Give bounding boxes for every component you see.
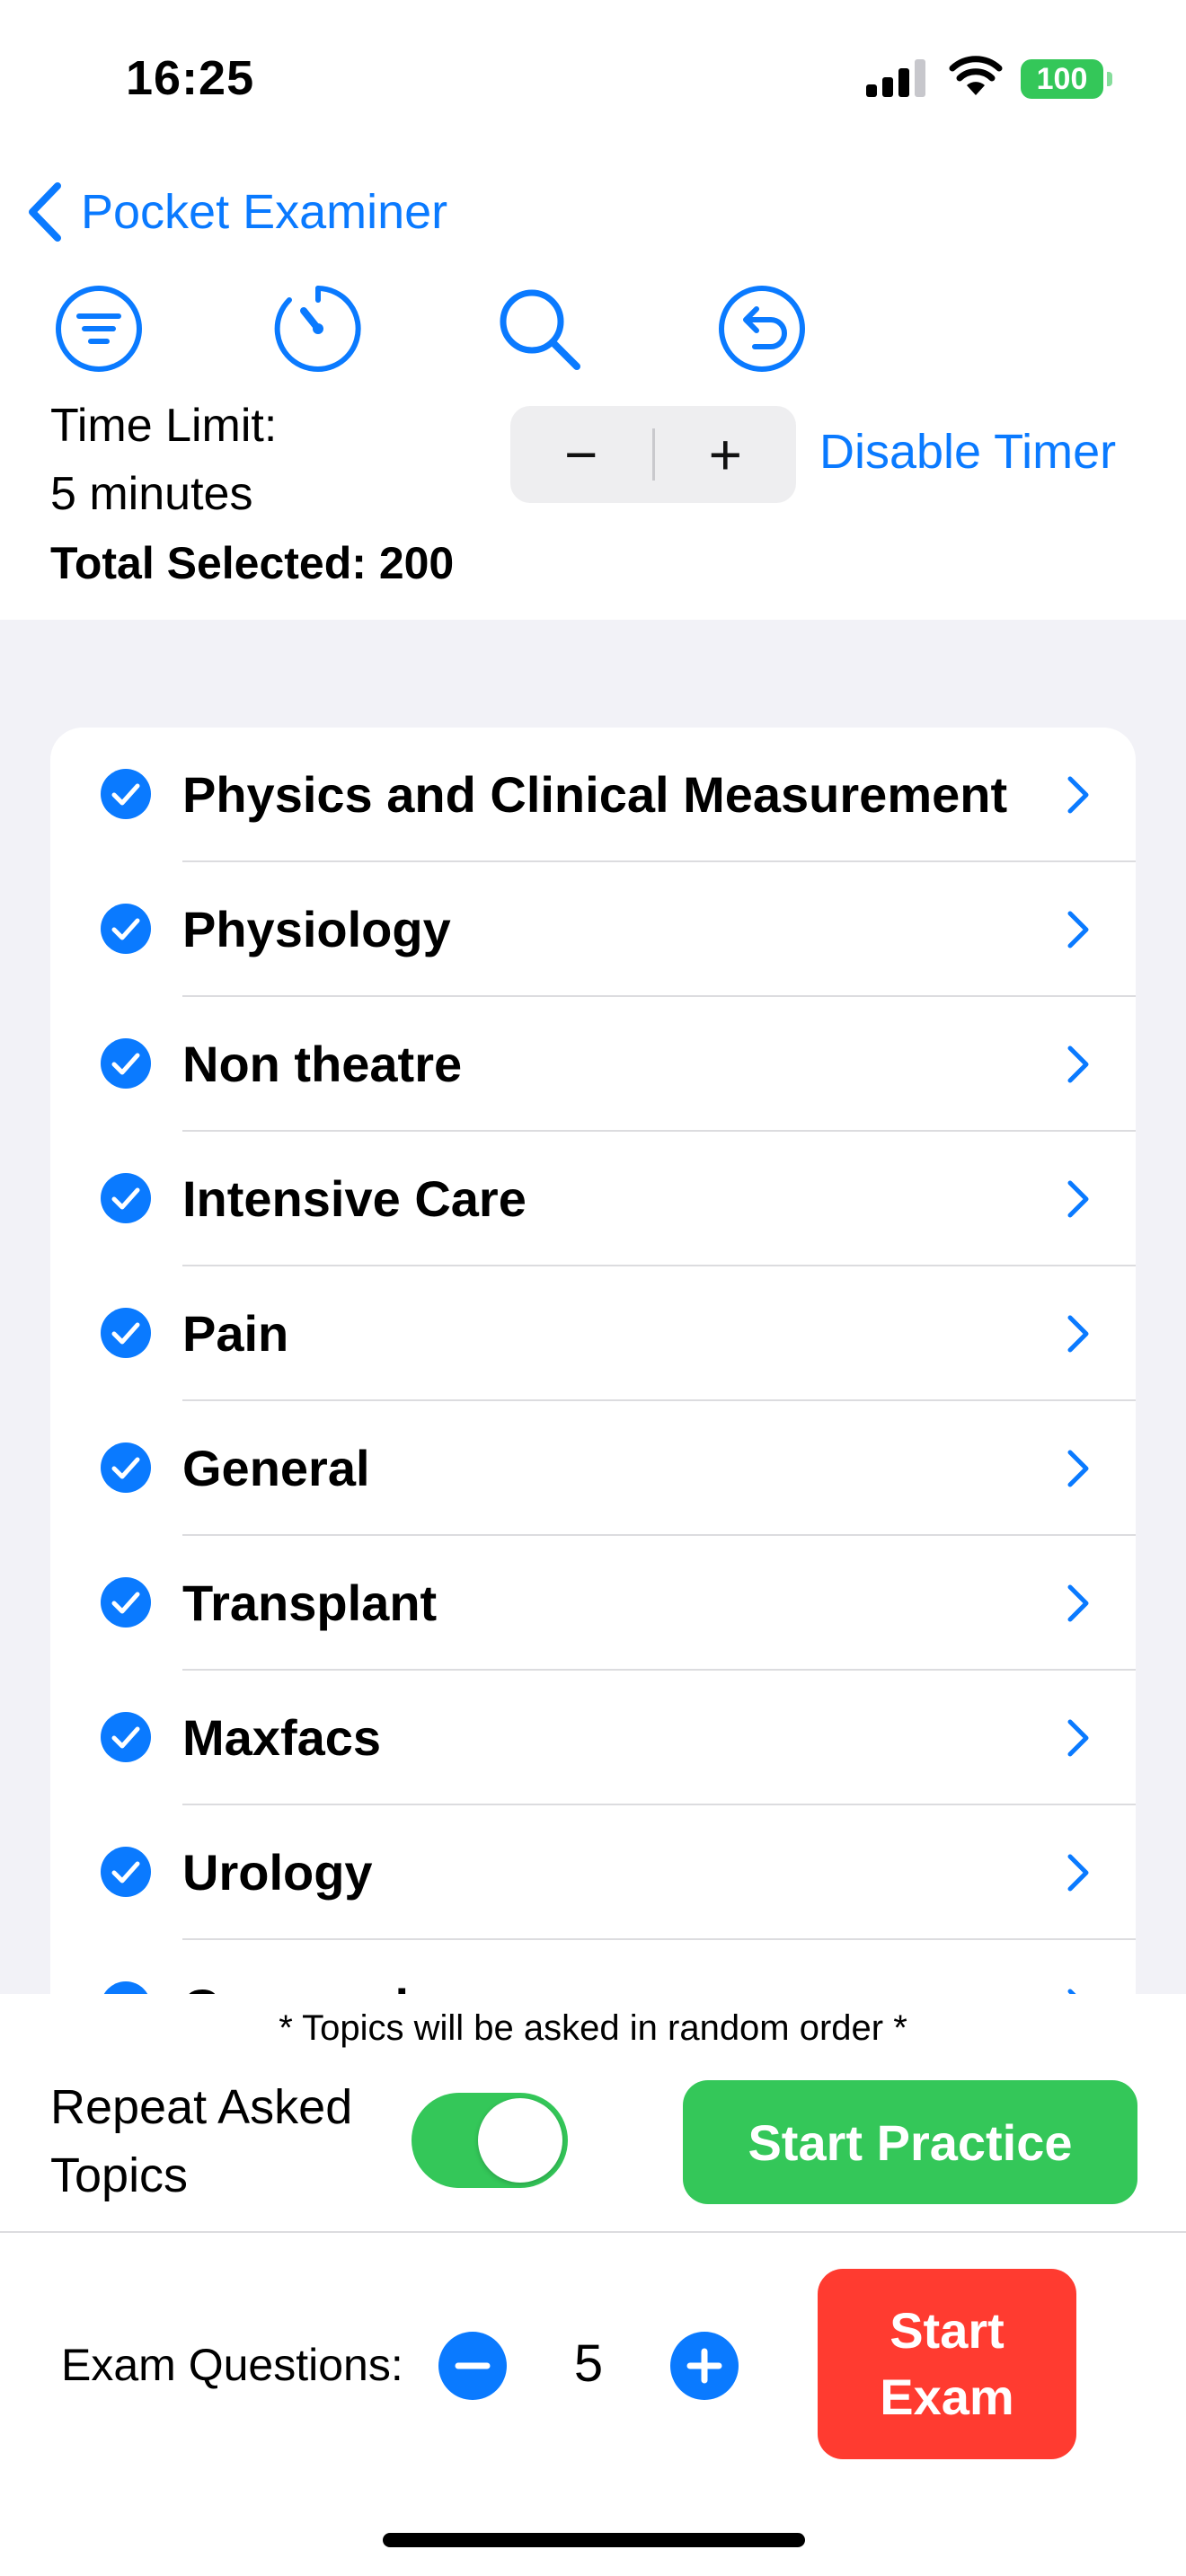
checkmark-circle-icon[interactable] xyxy=(101,1847,151,1897)
start-exam-button[interactable]: Start Exam xyxy=(818,2269,1076,2459)
status-bar: 16:25 100 xyxy=(0,0,1186,162)
topic-label: Gynaecology xyxy=(182,1978,499,1994)
time-limit-text: Time Limit: 5 minutes xyxy=(50,392,277,528)
battery-level: 100 xyxy=(1036,61,1088,96)
checkmark-circle-icon[interactable] xyxy=(101,1173,151,1223)
topic-label: Transplant xyxy=(182,1575,438,1631)
start-exam-line1: Start xyxy=(890,2302,1005,2359)
topic-label: Non theatre xyxy=(182,1036,463,1092)
checkmark-circle-icon[interactable] xyxy=(101,769,151,819)
checkmark-circle-icon[interactable] xyxy=(101,1038,151,1089)
topic-row[interactable]: Intensive Care xyxy=(50,1132,1136,1266)
disable-timer-button[interactable]: Disable Timer xyxy=(819,424,1116,480)
random-order-note: * Topics will be asked in random order * xyxy=(279,2008,907,2048)
topic-row[interactable]: Maxfacs xyxy=(50,1671,1136,1805)
chevron-right-icon[interactable] xyxy=(1066,1583,1091,1624)
search-icon[interactable] xyxy=(494,284,584,374)
chevron-right-icon[interactable] xyxy=(1066,1044,1091,1085)
repeat-topics-toggle[interactable] xyxy=(412,2093,568,2188)
checkmark-circle-icon[interactable] xyxy=(101,1442,151,1493)
topic-label: Physiology xyxy=(182,901,451,957)
checkmark-circle-icon[interactable] xyxy=(101,904,151,954)
toggle-knob xyxy=(478,2098,562,2183)
checkmark-circle-icon[interactable] xyxy=(101,1308,151,1358)
chevron-right-icon[interactable] xyxy=(1066,1448,1091,1489)
time-increment-button[interactable]: + xyxy=(655,406,797,503)
chevron-right-icon[interactable] xyxy=(1066,1178,1091,1220)
battery-icon: 100 xyxy=(1021,59,1103,99)
plus-circle-icon[interactable] xyxy=(670,2332,739,2400)
home-indicator xyxy=(383,2533,805,2547)
topic-label: Maxfacs xyxy=(182,1709,382,1766)
battery-tip xyxy=(1107,72,1112,86)
topic-row[interactable]: Non theatre xyxy=(50,997,1136,1132)
topic-label: Urology xyxy=(182,1844,373,1901)
time-decrement-button[interactable]: − xyxy=(510,406,652,503)
back-label: Pocket Examiner xyxy=(81,185,448,239)
repeat-label-line1: Repeat Asked xyxy=(50,2080,353,2134)
topic-row[interactable]: Transplant xyxy=(50,1536,1136,1671)
time-limit-label: Time Limit: xyxy=(50,400,278,452)
start-exam-line2: Exam xyxy=(880,2369,1014,2425)
topic-label: Physics and Clinical Measurement xyxy=(182,766,1008,823)
time-stepper: − + xyxy=(510,406,796,503)
topic-label: Intensive Care xyxy=(182,1170,527,1227)
reset-icon[interactable] xyxy=(717,284,807,374)
topic-row[interactable]: Urology xyxy=(50,1805,1136,1940)
checkmark-circle-icon[interactable] xyxy=(101,1577,151,1628)
chevron-right-icon[interactable] xyxy=(1066,1987,1091,1994)
topic-row[interactable]: Gynaecology xyxy=(50,1940,1136,1994)
minus-circle-icon[interactable] xyxy=(438,2332,507,2400)
start-practice-button[interactable]: Start Practice xyxy=(683,2080,1137,2204)
chevron-left-icon xyxy=(29,182,61,242)
topic-row[interactable]: Physics and Clinical Measurement xyxy=(50,728,1136,862)
back-button[interactable]: Pocket Examiner xyxy=(25,176,447,248)
exam-questions-label: Exam Questions: xyxy=(61,2340,403,2390)
topic-row[interactable]: Physiology xyxy=(50,862,1136,997)
timer-icon[interactable] xyxy=(273,284,363,374)
topic-label: General xyxy=(182,1440,370,1496)
chevron-right-icon[interactable] xyxy=(1066,909,1091,950)
checkmark-circle-icon[interactable] xyxy=(101,1981,151,1994)
cellular-signal-icon xyxy=(866,59,925,97)
topic-row[interactable]: General xyxy=(50,1401,1136,1536)
topic-row[interactable]: Pain xyxy=(50,1266,1136,1401)
total-selected-text: Total Selected: 200 xyxy=(50,538,455,588)
repeat-topics-label: Repeat Asked Topics xyxy=(50,2073,352,2210)
filter-icon[interactable] xyxy=(54,284,144,374)
status-time: 16:25 xyxy=(126,51,255,105)
time-limit-value: 5 minutes xyxy=(50,468,253,520)
chevron-right-icon[interactable] xyxy=(1066,1313,1091,1354)
chevron-right-icon[interactable] xyxy=(1066,1852,1091,1893)
section-divider xyxy=(0,2231,1186,2233)
repeat-label-line2: Topics xyxy=(50,2148,189,2202)
checkmark-circle-icon[interactable] xyxy=(101,1712,151,1762)
topic-label: Pain xyxy=(182,1305,289,1362)
wifi-icon xyxy=(949,56,1003,95)
topic-list: Physics and Clinical Measurement Physiolo… xyxy=(50,728,1136,1994)
chevron-right-icon[interactable] xyxy=(1066,774,1091,816)
exam-question-count: 5 xyxy=(573,2334,604,2393)
chevron-right-icon[interactable] xyxy=(1066,1717,1091,1759)
